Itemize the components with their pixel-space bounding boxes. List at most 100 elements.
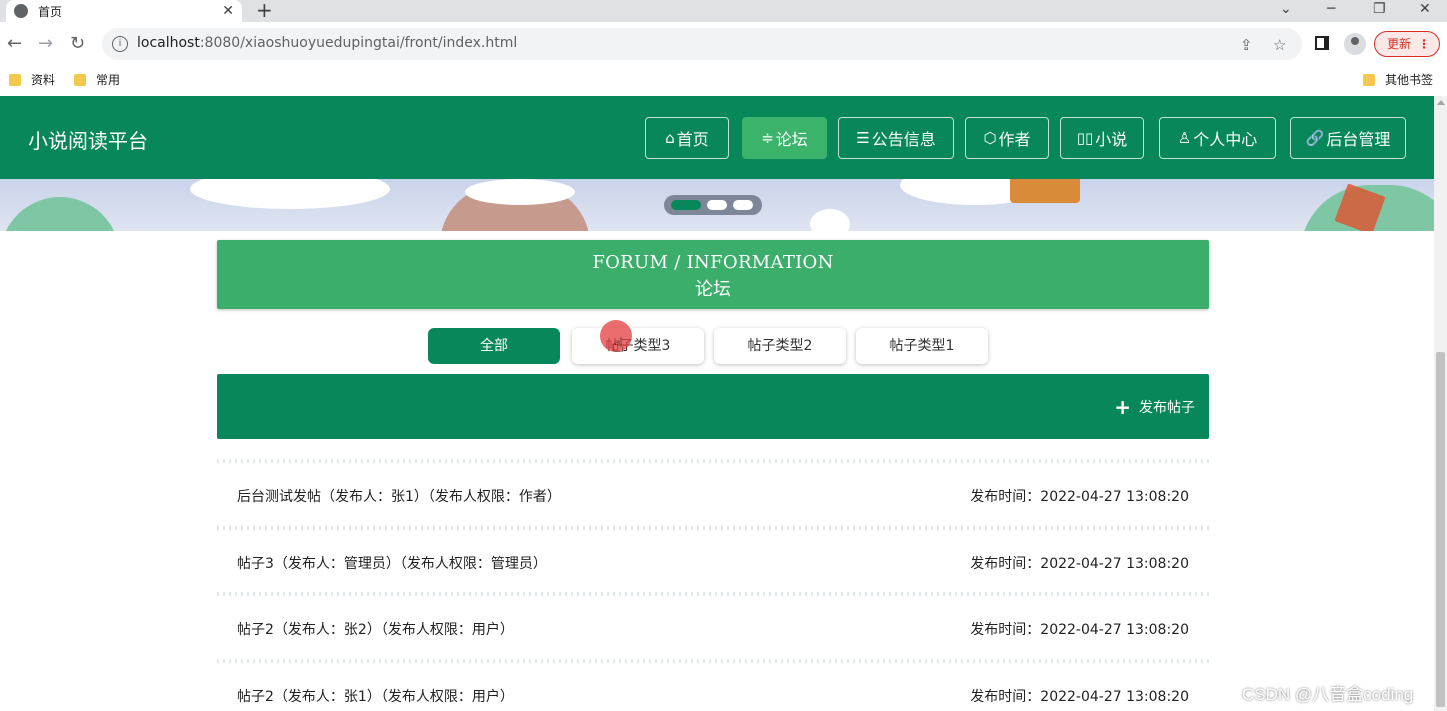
url-input[interactable]: i localhost:8080/xiaoshuoyuedupingtai/fr… <box>102 28 1302 60</box>
forum-title-card: FORUM / INFORMATION 论坛 <box>217 240 1209 309</box>
watermark: CSDN @八音盒coding <box>1242 685 1414 704</box>
url-text: localhost:8080/xiaoshuoyuedupingtai/fron… <box>137 35 517 51</box>
url-host: localhost <box>137 35 200 51</box>
divider <box>217 587 1209 601</box>
nav-announcements[interactable]: ☰ 公告信息 <box>838 117 954 159</box>
nav-label: 公告信息 <box>871 130 936 149</box>
layers-icon: ☰ <box>856 129 870 147</box>
filter-type-3[interactable]: 帖子类型3 <box>572 328 704 364</box>
nav-label: 个人中心 <box>1193 130 1258 149</box>
post-item[interactable]: 帖子3（发布人：管理员）（发布人权限：管理员） 发布时间：2022-04-27 … <box>217 535 1209 588</box>
site-brand: 小说阅读平台 <box>28 129 148 153</box>
scrollbar-thumb[interactable] <box>1436 352 1445 707</box>
page-viewport: 小说阅读平台 ⌂ 首页 ≑ 论坛 ☰ 公告信息 ⬡ 作者 ▯▯ 小说 ♙ 个人中… <box>0 96 1434 711</box>
side-panel-icon[interactable] <box>1315 36 1329 50</box>
divider <box>217 454 1209 468</box>
more-icon: ⋮ <box>1418 37 1430 51</box>
post-item[interactable]: 帖子2（发布人：张1）（发布人权限：用户） 发布时间：2022-04-27 13… <box>217 668 1209 711</box>
post-title[interactable]: 帖子3（发布人：管理员）（发布人权限：管理员） <box>237 553 547 573</box>
new-tab-button[interactable]: + <box>256 0 273 21</box>
link-icon: 🔗 <box>1305 129 1325 147</box>
post-time: 发布时间：2022-04-27 13:08:20 <box>970 555 1189 572</box>
bookmark-label: 常用 <box>96 73 121 87</box>
post-time: 发布时间：2022-04-27 13:08:20 <box>970 622 1189 638</box>
info-icon[interactable]: i <box>112 36 128 52</box>
minimize-icon[interactable]: ─ <box>1327 0 1335 22</box>
forum-title-cn: 论坛 <box>695 279 731 300</box>
bookmark-folder[interactable]: 常用 <box>74 71 120 88</box>
banner-decoration <box>465 179 575 205</box>
reload-icon[interactable]: ↻ <box>70 33 85 55</box>
filter-type-1[interactable]: 帖子类型1 <box>856 328 988 364</box>
forward-icon[interactable]: → <box>38 33 53 55</box>
carousel-pager <box>664 195 762 215</box>
back-icon[interactable]: ← <box>7 33 22 55</box>
post-title[interactable]: 帖子2（发布人：张2）（发布人权限：用户） <box>237 619 514 639</box>
chevron-down-icon[interactable]: ⌄ <box>1280 0 1292 22</box>
nav-profile[interactable]: ♙ 个人中心 <box>1159 117 1276 159</box>
filter-all[interactable]: 全部 <box>428 328 560 364</box>
globe-icon <box>14 4 28 18</box>
tab-title: 首页 <box>38 4 63 19</box>
carousel-dot-active[interactable] <box>671 200 701 210</box>
scroll-up-icon[interactable] <box>1437 100 1445 105</box>
address-bar-row: ← → ↻ i localhost:8080/xiaoshuoyueduping… <box>0 22 1447 66</box>
banner-decoration <box>810 209 850 231</box>
nav-label: 后台管理 <box>1326 130 1391 149</box>
post-title[interactable]: 帖子2（发布人：张1）（发布人权限：用户） <box>237 686 514 706</box>
nav-label: 首页 <box>676 130 709 149</box>
banner-decoration <box>0 197 120 231</box>
nav-admin[interactable]: 🔗 后台管理 <box>1290 117 1406 159</box>
publish-post-button[interactable]: + 发布帖子 <box>1114 397 1195 417</box>
post-title[interactable]: 后台测试发帖（发布人：张1）（发布人权限：作者） <box>237 486 561 506</box>
url-path: :8080/xiaoshuoyuedupingtai/front/index.h… <box>199 35 518 51</box>
user-icon: ♙ <box>1177 129 1192 147</box>
banner-decoration <box>1010 179 1080 203</box>
book-icon: ▯▯ <box>1076 129 1094 147</box>
banner-carousel <box>0 179 1434 231</box>
close-icon[interactable]: ✕ <box>222 3 234 19</box>
bookmark-folder[interactable]: 资料 <box>9 71 55 88</box>
profile-icon[interactable] <box>1344 33 1366 55</box>
site-header: 小说阅读平台 ⌂ 首页 ≑ 论坛 ☰ 公告信息 ⬡ 作者 ▯▯ 小说 ♙ 个人中… <box>0 96 1434 179</box>
cube-icon: ⬡ <box>983 129 997 147</box>
divider <box>217 520 1209 535</box>
bookmark-label: 资料 <box>31 73 56 87</box>
pointer-hand-icon: ☝ <box>612 333 625 357</box>
nav-novels[interactable]: ▯▯ 小说 <box>1060 117 1144 159</box>
banner-decoration <box>190 179 390 209</box>
page-scrollbar[interactable] <box>1434 96 1447 711</box>
sliders-icon: ≑ <box>761 129 774 147</box>
post-item[interactable]: 帖子2（发布人：张2）（发布人权限：用户） 发布时间：2022-04-27 13… <box>217 601 1209 654</box>
update-button[interactable]: 更新 ⋮ <box>1374 31 1440 57</box>
update-label: 更新 <box>1387 37 1412 51</box>
post-time: 发布时间：2022-04-27 13:08:20 <box>970 489 1189 505</box>
home-icon: ⌂ <box>665 129 675 147</box>
post-item[interactable]: 后台测试发帖（发布人：张1）（发布人权限：作者） 发布时间：2022-04-27… <box>217 468 1209 521</box>
nav-forum[interactable]: ≑ 论坛 <box>742 117 827 159</box>
divider <box>217 653 1209 668</box>
filter-type-2[interactable]: 帖子类型2 <box>714 328 846 364</box>
other-bookmarks[interactable]: 其他书签 <box>1363 71 1433 88</box>
forum-action-bar: + 发布帖子 <box>217 374 1209 439</box>
browser-tab-strip: 首页 ✕ + ⌄ ─ ❐ ✕ <box>0 0 1447 22</box>
share-icon[interactable]: ⇪ <box>1240 36 1253 54</box>
nav-home[interactable]: ⌂ 首页 <box>645 117 729 159</box>
carousel-dot[interactable] <box>707 200 727 210</box>
folder-icon <box>74 73 86 86</box>
nav-authors[interactable]: ⬡ 作者 <box>965 117 1049 159</box>
star-icon[interactable]: ☆ <box>1273 36 1286 54</box>
nav-label: 作者 <box>998 130 1031 149</box>
publish-label: 发布帖子 <box>1139 400 1195 416</box>
forum-title-en: FORUM / INFORMATION <box>592 252 834 273</box>
window-close-icon[interactable]: ✕ <box>1419 0 1431 22</box>
nav-label: 论坛 <box>775 130 808 149</box>
other-bookmarks-label: 其他书签 <box>1385 73 1434 87</box>
restore-icon[interactable]: ❐ <box>1373 0 1386 22</box>
bookmarks-bar: 资料 常用 其他书签 <box>0 66 1447 90</box>
post-time: 发布时间：2022-04-27 13:08:20 <box>970 688 1189 705</box>
post-list: 后台测试发帖（发布人：张1）（发布人权限：作者） 发布时间：2022-04-27… <box>217 454 1209 711</box>
browser-tab[interactable]: 首页 ✕ <box>6 0 242 22</box>
carousel-dot[interactable] <box>733 200 753 210</box>
nav-label: 小说 <box>1095 130 1128 149</box>
